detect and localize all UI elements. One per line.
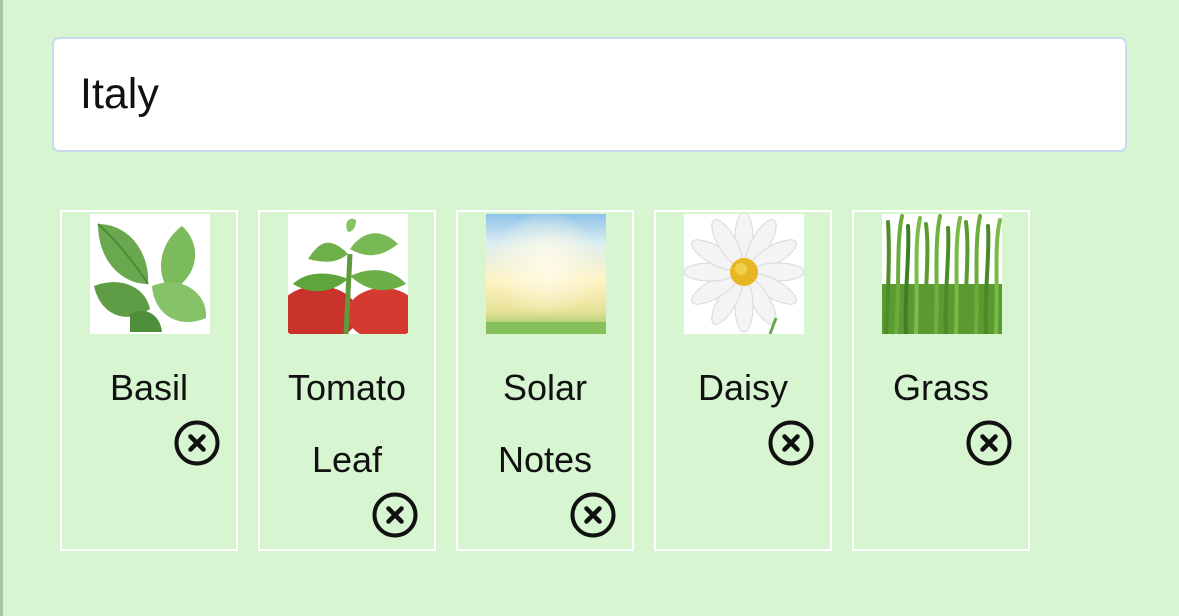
close-circle-icon xyxy=(372,492,418,538)
tile-daisy[interactable]: Daisy xyxy=(654,210,832,551)
tile-tomato-leaf[interactable]: Tomato Leaf xyxy=(258,210,436,551)
tile-list: Basil Tomato Leaf Solar Notes Daisy Gras… xyxy=(60,210,1030,551)
tile-solar-notes[interactable]: Solar Notes xyxy=(456,210,634,551)
remove-daisy-button[interactable] xyxy=(768,420,814,466)
tile-label-line: Tomato xyxy=(287,367,407,408)
left-frame-edge xyxy=(0,0,3,616)
tomato-leaf-image xyxy=(288,214,408,334)
white-daisy-image xyxy=(684,214,804,334)
tile-label: Tomato Leaf xyxy=(260,352,434,496)
remove-solar-notes-button[interactable] xyxy=(570,492,616,538)
tile-label-line: Solar xyxy=(502,367,588,408)
tile-label: Basil xyxy=(62,352,236,424)
search-input[interactable]: Italy xyxy=(52,37,1127,152)
remove-tomato-leaf-button[interactable] xyxy=(372,492,418,538)
tile-label-line: Basil xyxy=(109,367,189,408)
tile-label: Solar Notes xyxy=(458,352,632,496)
close-circle-icon xyxy=(174,420,220,466)
tile-label-line: Leaf xyxy=(311,439,383,480)
tile-label-line: Notes xyxy=(497,439,593,480)
tile-label: Daisy xyxy=(656,352,830,424)
tile-label-line: Daisy xyxy=(697,367,789,408)
remove-basil-button[interactable] xyxy=(174,420,220,466)
sunlit-field-image xyxy=(486,214,606,334)
search-input-value: Italy xyxy=(80,70,159,118)
tile-basil[interactable]: Basil xyxy=(60,210,238,551)
remove-grass-button[interactable] xyxy=(966,420,1012,466)
close-circle-icon xyxy=(570,492,616,538)
tile-grass[interactable]: Grass xyxy=(852,210,1030,551)
green-grass-image xyxy=(882,214,1002,334)
tile-label-line: Grass xyxy=(892,367,989,408)
tile-label: Grass xyxy=(854,352,1028,424)
close-circle-icon xyxy=(768,420,814,466)
close-circle-icon xyxy=(966,420,1012,466)
basil-leaves-image xyxy=(90,214,210,334)
